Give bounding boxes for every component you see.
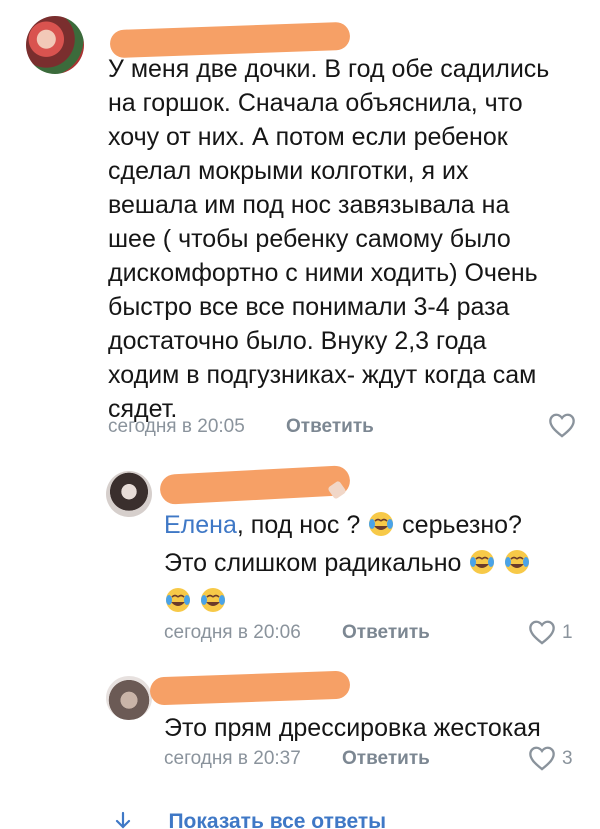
comment-line: достаточно было. Внуку 2,3 года <box>108 327 487 355</box>
reply-button[interactable]: Ответить <box>342 622 430 644</box>
like-button[interactable] <box>528 745 556 776</box>
reply-button[interactable]: Ответить <box>286 416 374 438</box>
reply-text: Елена, под нос ? серьезно? Это слишком р… <box>164 506 584 620</box>
like-button[interactable] <box>528 619 556 650</box>
avatar[interactable] <box>26 16 84 74</box>
reply-line-3 <box>164 582 584 620</box>
reply-text: Это прям дрессировка жестокая <box>164 714 541 742</box>
comment-line: хочу от них. А потом если ребенок <box>108 123 508 151</box>
comment-time: сегодня в 20:37 <box>164 748 301 769</box>
redacted-author-name <box>159 465 351 505</box>
comment-line: шее ( чтобы ребенку самому было <box>108 225 511 253</box>
comment-line: вешала им под нос завязывала на <box>108 191 510 219</box>
tears-of-joy-emoji <box>369 512 394 536</box>
reply-text-part: серьезно? <box>395 511 522 539</box>
comment-line: дискомфортно с ними ходить) Очень <box>108 259 538 287</box>
avatar[interactable] <box>106 471 152 517</box>
comment-line: на горшок. Сначала объяснила, что <box>108 89 523 117</box>
reply-line-2: Это слишком радикально <box>164 544 584 582</box>
comment-time: сегодня в 20:06 <box>164 622 301 643</box>
redacted-author-name <box>149 670 351 706</box>
comment-line: сделал мокрыми колготки, я их <box>108 157 469 185</box>
reply-line-1: Елена, под нос ? серьезно? <box>164 506 584 544</box>
tears-of-joy-emoji <box>166 588 190 612</box>
show-all-replies-button[interactable]: Показать все ответы <box>112 806 386 829</box>
tears-of-joy-emoji <box>200 588 225 612</box>
comment-line: У меня две дочки. В год обе садились <box>108 55 550 83</box>
comment-time: сегодня в 20:05 <box>108 416 245 437</box>
avatar[interactable] <box>106 676 152 720</box>
tears-of-joy-emoji <box>505 550 530 574</box>
comment-text: У меня две дочки. В год обе садились на … <box>108 52 578 426</box>
like-count: 3 <box>562 748 573 769</box>
show-all-replies-label: Показать все ответы <box>168 810 387 829</box>
like-button[interactable] <box>548 412 576 443</box>
reply-text-part: , под нос ? <box>236 511 361 539</box>
reply-button[interactable]: Ответить <box>342 748 430 770</box>
heart-icon <box>529 746 555 771</box>
arrow-down-icon <box>115 811 131 829</box>
comment-line: ходим в подгузниках- ждут когда сам <box>108 361 537 389</box>
comment-line: быстро все все понимали 3-4 раза <box>108 293 510 321</box>
tears-of-joy-emoji <box>470 550 495 574</box>
heart-icon <box>549 413 575 438</box>
mention-link[interactable]: Елена <box>164 511 237 539</box>
like-count: 1 <box>562 622 573 643</box>
reply-text-part: Это слишком радикально <box>164 549 469 577</box>
heart-icon <box>529 620 555 645</box>
